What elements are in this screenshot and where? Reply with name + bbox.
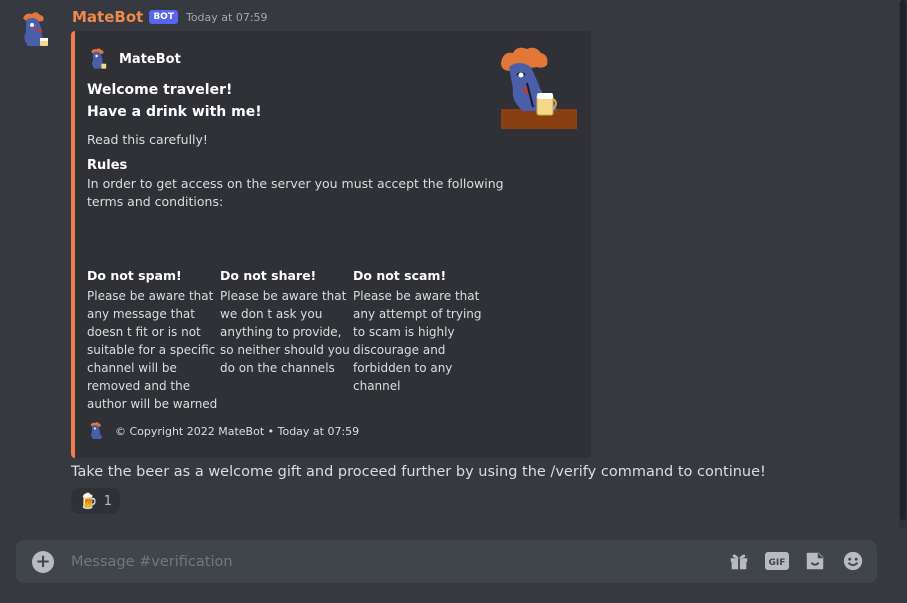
field-value: Please be aware that any attempt of tryi… [353, 287, 486, 395]
reaction-beer[interactable]: 🍺 1 [71, 488, 120, 514]
bot-tag: BOT [149, 10, 178, 24]
embed-field: Do not share! Please be aware that we do… [220, 267, 353, 413]
field-line: Please be aware that [87, 289, 214, 303]
embed-description: Read this carefully! [87, 132, 208, 147]
username[interactable]: MateBot [72, 8, 143, 26]
add-icon[interactable]: + [32, 551, 54, 573]
message-content: Take the beer as a welcome gift and proc… [71, 464, 766, 480]
author-avatar-icon [87, 47, 111, 71]
gift-icon[interactable] [727, 549, 751, 573]
embed-author-name: MateBot [119, 51, 181, 67]
embed-thumbnail-image[interactable] [497, 45, 577, 129]
field-line: channel [353, 379, 401, 393]
field-line: Please be aware that [353, 289, 480, 303]
rules-text-line: terms and conditions: [87, 194, 224, 209]
embed: MateBot Welcome traveler! Have a drink w… [71, 31, 591, 458]
embed-title-line: Welcome traveler! [87, 82, 233, 98]
embed-author: MateBot [87, 47, 181, 71]
svg-text:GIF: GIF [769, 558, 786, 568]
embed-footer: © Copyright 2022 MateBot • Today at 07:5… [87, 421, 359, 441]
reaction-count: 1 [103, 493, 112, 509]
field-line: removed and the [87, 379, 191, 393]
beer-emoji-icon: 🍺 [79, 492, 98, 510]
field-name: Do not share! [220, 268, 317, 283]
rules-block: Rules In order to get access on the serv… [87, 157, 504, 211]
embed-field: Do not spam! Please be aware that any me… [87, 267, 220, 413]
emoji-icon[interactable] [841, 549, 865, 573]
embed-footer-text: © Copyright 2022 MateBot • Today at 07:5… [115, 424, 360, 438]
timestamp[interactable]: Today at 07:59 [186, 11, 268, 24]
message-header: MateBot BOT Today at 07:59 [72, 8, 268, 26]
embed-title: Welcome traveler! Have a drink with me! [87, 79, 467, 123]
rules-text: In order to get access on the server you… [87, 175, 504, 211]
field-line: to scam is highly [353, 325, 455, 339]
gif-icon[interactable]: GIF [765, 549, 789, 573]
field-line: so neither should you [220, 343, 350, 357]
composer-icons: GIF [727, 549, 865, 573]
field-line: any attempt of trying [353, 307, 482, 321]
field-name: Do not spam! [87, 268, 182, 283]
field-line: anything to provide, [220, 325, 342, 339]
matebot-avatar-icon[interactable] [16, 10, 56, 50]
message-composer: + GIF [16, 540, 877, 583]
scrollbar-thumb[interactable] [900, 0, 906, 520]
field-line: do on the channels [220, 361, 335, 375]
field-line: suitable for a specific [87, 343, 216, 357]
field-line: Please be aware that [220, 289, 347, 303]
field-line: channel will be [87, 361, 177, 375]
embed-title-line: Have a drink with me! [87, 104, 262, 120]
message-input[interactable] [71, 551, 671, 573]
embed-field: Do not scam! Please be aware that any at… [353, 267, 486, 413]
sticker-icon[interactable] [803, 549, 827, 573]
field-line: forbidden to any [353, 361, 453, 375]
rules-title: Rules [87, 158, 128, 173]
field-line: author will be warned [87, 397, 218, 411]
embed-fields: Do not spam! Please be aware that any me… [87, 267, 486, 413]
footer-avatar-icon [87, 421, 107, 441]
field-line: any message that [87, 307, 195, 321]
field-value: Please be aware that we don t ask you an… [220, 287, 353, 377]
field-name: Do not scam! [353, 268, 447, 283]
field-value: Please be aware that any message that do… [87, 287, 220, 413]
field-line: we don t ask you [220, 307, 323, 321]
rules-text-line: In order to get access on the server you… [87, 176, 504, 191]
field-line: discourage and [353, 343, 446, 357]
field-line: doesn t fit or is not [87, 325, 201, 339]
